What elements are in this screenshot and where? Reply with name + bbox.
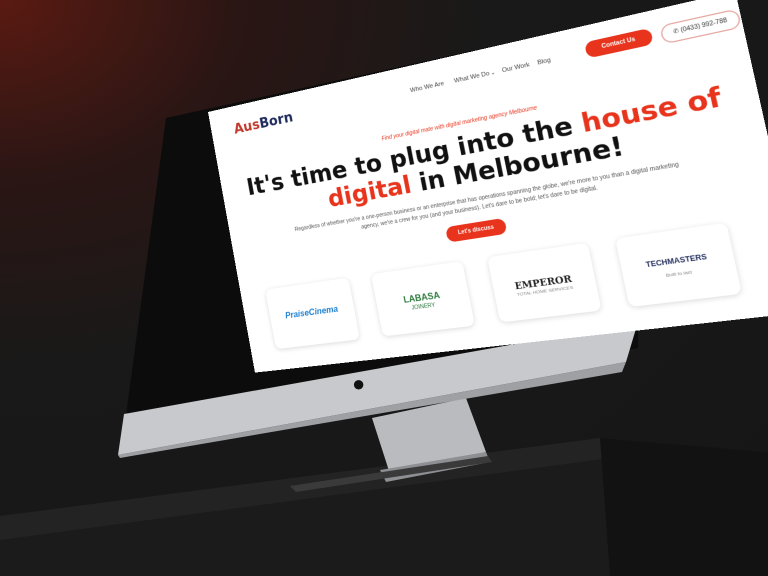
client-logo-card: EMPEROR TOTAL HOME SERVICES	[487, 242, 602, 323]
site-logo[interactable]: AusBorn	[233, 110, 294, 138]
nav-our-work[interactable]: Our Work	[501, 62, 530, 75]
phone-button[interactable]: ✆ (0433) 992-788	[659, 8, 742, 45]
client-logo-card: TECHMASTERS Built to last	[615, 222, 742, 308]
nav-who-we-are[interactable]: Who We Are	[410, 81, 445, 95]
apple-logo-icon: ●	[352, 371, 366, 396]
client-logo-card: LABASA JOINERY	[371, 260, 475, 337]
client-logo-praisecinema: PraiseCinema	[284, 304, 339, 321]
nav-blog[interactable]: Blog	[537, 57, 552, 67]
lets-discuss-button[interactable]: Let's discuss	[445, 217, 508, 243]
client-logo-card: PraiseCinema	[265, 277, 360, 350]
contact-us-button[interactable]: Contact Us	[584, 27, 654, 59]
nav-what-we-do[interactable]: What We Do	[454, 71, 491, 85]
chevron-down-icon[interactable]: ⌄	[490, 69, 496, 77]
